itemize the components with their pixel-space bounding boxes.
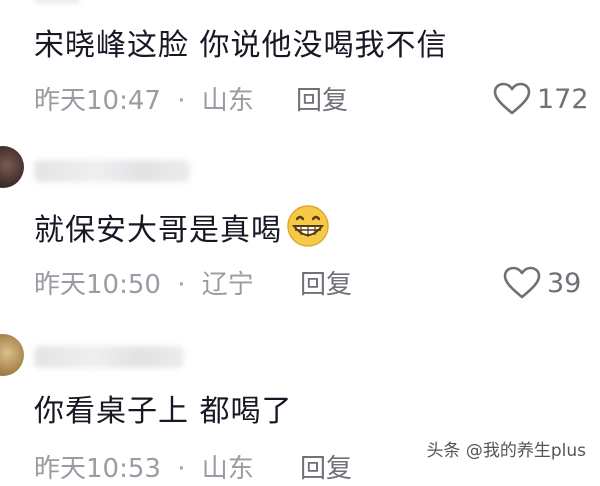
comment-location: 辽宁 [201,270,254,300]
comment-meta: 昨天10:47 · 山东 [34,84,254,118]
heart-icon [493,82,531,116]
comment-location: 山东 [201,454,254,484]
meta-separator: · [177,86,186,116]
comment-text: 你看桌子上 都喝了 [34,394,293,429]
username-blurred [34,0,80,4]
avatar[interactable] [0,334,24,376]
like-count: 39 [547,267,582,299]
like-button[interactable]: 172 [493,82,589,116]
comment-time: 昨天10:53 [34,454,161,484]
comment-text: 宋晓峰这脸 你说他没喝我不信 [34,28,448,63]
comment-time: 昨天10:50 [34,270,161,300]
avatar[interactable] [0,146,24,188]
comment-location: 山东 [201,86,254,116]
heart-icon [503,266,541,300]
meta-separator: · [177,454,186,484]
comment-text-content: 就保安大哥是真喝 [34,213,282,248]
meta-separator: · [177,270,186,300]
comment-text: 就保安大哥是真喝 [34,204,330,259]
watermark: 头条 @我的养生plus [422,435,590,462]
username-blurred [34,160,190,182]
reply-button[interactable]: 回复 [296,84,348,118]
grin-emoji-icon [286,204,330,259]
comment-time: 昨天10:47 [34,86,161,116]
reply-button[interactable]: 回复 [300,268,352,302]
comment-meta: 昨天10:50 · 辽宁 [34,268,254,302]
username-blurred [34,346,184,368]
comment-meta: 昨天10:53 · 山东 [34,452,254,486]
reply-button[interactable]: 回复 [300,452,352,486]
like-count: 172 [537,83,589,115]
like-button[interactable]: 39 [503,266,581,300]
